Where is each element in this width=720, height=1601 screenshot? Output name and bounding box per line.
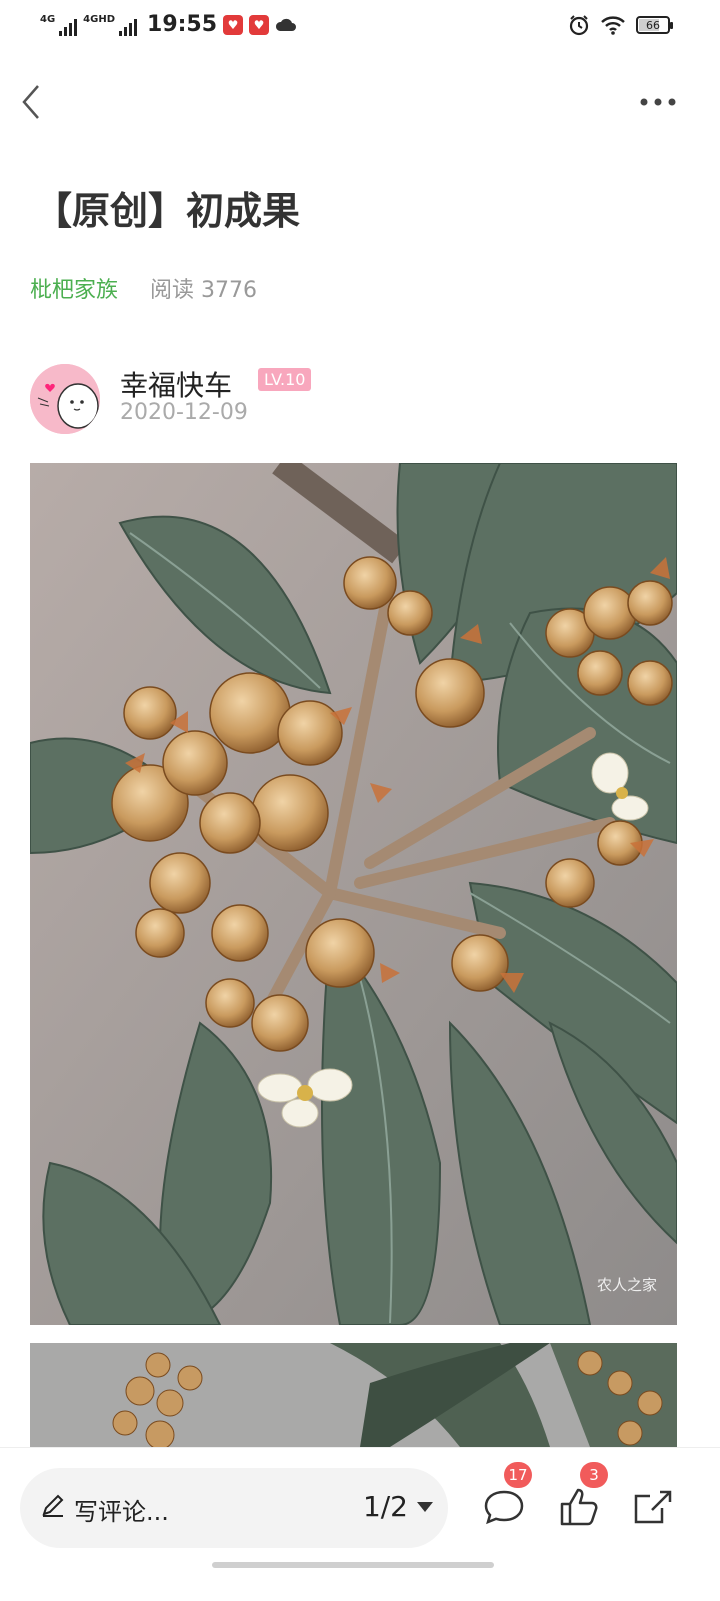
article-title: 【原创】初成果 [34,189,301,233]
author-name[interactable]: 幸福快车 [120,364,232,404]
app-notification-icon: ♥ [223,14,244,35]
read-count: 阅读 3776 [150,278,257,303]
post-date: 2020-12-09 [120,400,248,425]
status-left: 4G 4GHD 19:55 ♥ ♥ [40,12,297,37]
cloud-icon [276,18,297,31]
back-icon [22,85,39,119]
more-button[interactable] [636,92,680,112]
alarm-icon [569,15,589,36]
signal-icon-1: 4G [40,13,78,36]
bottom-action-bar: 写评论... 1/2 17 3 [0,1447,720,1601]
battery-level: 66 [646,18,660,32]
network-label-2: 4GHD [83,13,116,25]
author-row: 幸福快车 LV.10 2020-12-09 [30,364,670,436]
like-button[interactable]: 3 [552,1462,608,1534]
avatar[interactable] [30,364,100,434]
wifi-icon [601,16,625,35]
like-count-badge: 3 [580,1462,608,1488]
article-meta: 枇杷家族 阅读 3776 [30,272,257,304]
share-icon [634,1490,672,1524]
clock: 19:55 [147,12,218,37]
status-bar: 4G 4GHD 19:55 ♥ ♥ 66 [0,0,720,56]
comment-button[interactable]: 17 [476,1462,532,1534]
nav-bar [0,70,720,134]
watermark: 农人之家 [596,1276,657,1294]
pen-icon [42,1494,64,1517]
level-badge: LV.10 [258,368,312,391]
back-button[interactable] [16,82,52,122]
article-photo[interactable]: 农人之家 [30,463,677,1325]
share-button[interactable] [624,1478,680,1534]
avatar-image [30,364,100,434]
signal-icon-2: 4GHD [83,13,138,36]
status-right: 66 [568,14,673,36]
network-label-1: 4G [40,13,56,25]
loquat-photo-2 [30,1343,677,1447]
loquat-photo [30,463,677,1325]
comment-count-badge: 17 [504,1462,532,1488]
comment-placeholder: 写评论... [74,1498,169,1526]
category-link[interactable]: 枇杷家族 [30,272,118,304]
home-indicator[interactable] [212,1562,494,1568]
article-photo-2[interactable] [30,1343,677,1447]
more-icon [640,98,676,106]
app-notification-icon: ♥ [249,14,270,35]
page-indicator: 1/2 [362,1490,408,1523]
dropdown-icon [417,1501,433,1512]
page-selector[interactable]: 1/2 [363,1490,434,1523]
battery-icon: 66 [636,16,673,34]
comment-input[interactable]: 写评论... 1/2 [20,1468,448,1548]
